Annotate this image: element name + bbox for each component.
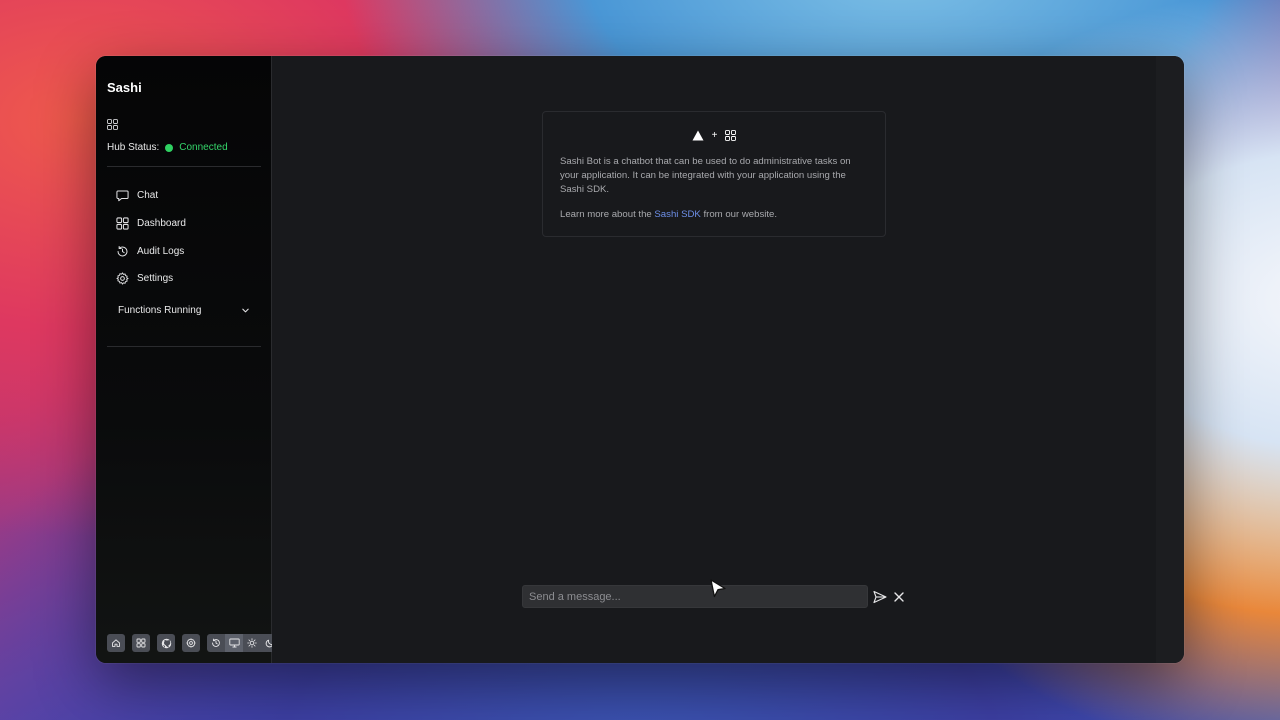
card-logos: + xyxy=(543,130,885,141)
sidebar-item-label: Settings xyxy=(137,273,174,285)
close-icon[interactable] xyxy=(892,589,906,605)
sashi-sdk-link[interactable]: Sashi SDK xyxy=(654,209,700,220)
card-learn-more: Learn more about the Sashi SDK from our … xyxy=(560,208,860,222)
history-icon xyxy=(212,638,220,647)
sidebar-divider xyxy=(107,346,261,347)
mouse-cursor-icon xyxy=(710,579,726,598)
sidebar-toolbar xyxy=(107,634,279,652)
light-theme-button[interactable] xyxy=(243,634,261,652)
home-button[interactable] xyxy=(107,634,125,652)
system-theme-button[interactable] xyxy=(225,634,243,652)
history-icon xyxy=(117,245,128,257)
window-right-edge xyxy=(1156,56,1184,663)
gear-icon xyxy=(116,272,129,285)
sidebar-item-dashboard[interactable]: Dashboard xyxy=(116,210,266,238)
plus-sign: + xyxy=(711,130,718,141)
sidebar-item-label: Chat xyxy=(137,190,159,202)
sidebar-item-label: Audit Logs xyxy=(137,245,185,257)
dashboard-button[interactable] xyxy=(132,634,150,652)
hub-status-value: Connected xyxy=(179,142,228,153)
message-composer xyxy=(522,585,868,608)
chat-bubble-icon xyxy=(116,190,129,202)
intro-card: + Sashi Bot is a chatbot that can be use… xyxy=(542,111,886,237)
card-text: Sashi Bot is a chatbot that can be used … xyxy=(560,155,860,233)
learn-more-prefix: Learn more about the xyxy=(560,209,655,220)
sidebar-item-audit-logs[interactable]: Audit Logs xyxy=(116,237,266,265)
sidebar-item-chat[interactable]: Chat xyxy=(116,182,266,210)
send-icon[interactable] xyxy=(872,589,888,605)
card-description: Sashi Bot is a chatbot that can be used … xyxy=(560,156,851,195)
hub-status-label: Hub Status: xyxy=(107,142,160,153)
message-input[interactable] xyxy=(523,586,867,607)
gear-icon xyxy=(186,638,196,648)
hub-status: Hub Status: Connected xyxy=(107,142,228,153)
learn-more-suffix: from our website. xyxy=(700,209,778,220)
settings-button[interactable] xyxy=(182,634,200,652)
home-icon xyxy=(112,639,120,647)
github-button[interactable] xyxy=(157,634,175,652)
sidebar-nav: Chat Dashboard Audit Logs Settings xyxy=(116,182,266,293)
sidebar-item-settings[interactable]: Settings xyxy=(116,265,266,293)
sidebar: Sashi Hub Status: Connected Chat Dashboa… xyxy=(96,56,279,663)
functions-running-label: Functions Running xyxy=(118,304,202,316)
grid-icon[interactable] xyxy=(107,119,118,130)
brand-title: Sashi xyxy=(107,80,142,95)
monitor-icon xyxy=(228,638,240,648)
sun-icon xyxy=(247,638,257,648)
sidebar-item-label: Dashboard xyxy=(137,218,186,230)
grid-logo-icon xyxy=(725,130,737,141)
grid-icon xyxy=(116,217,129,230)
sidebar-divider xyxy=(107,166,261,167)
functions-running-toggle[interactable]: Functions Running xyxy=(118,302,250,318)
chevron-down-icon xyxy=(242,308,249,312)
github-icon xyxy=(161,638,171,648)
view-mode-group xyxy=(207,634,279,652)
grid-icon xyxy=(136,638,146,648)
history-button[interactable] xyxy=(207,634,225,652)
status-dot-icon xyxy=(165,143,174,152)
app-window: Sashi Hub Status: Connected Chat Dashboa… xyxy=(96,56,1184,663)
triangle-logo-icon xyxy=(692,130,704,141)
